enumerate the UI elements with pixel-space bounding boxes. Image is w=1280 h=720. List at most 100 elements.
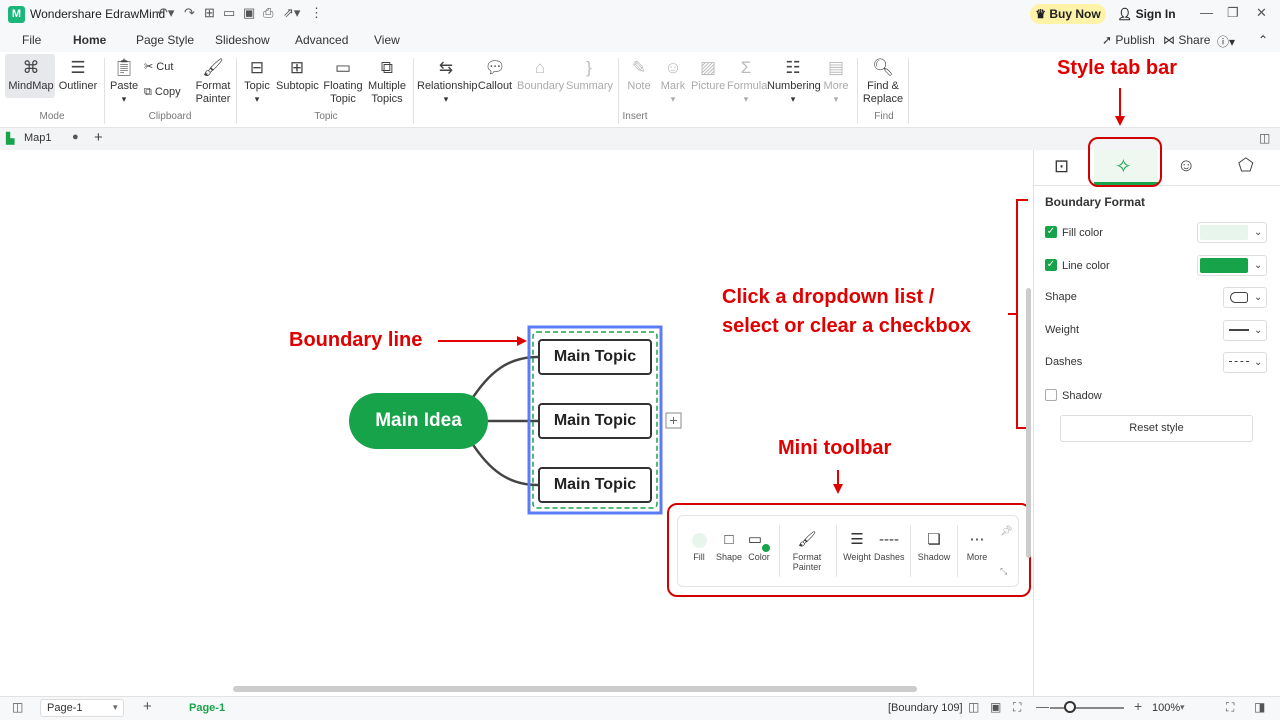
- format-painter-label-1: Format: [195, 80, 231, 92]
- sidebar-toggle-icon[interactable]: ◨: [1254, 700, 1265, 714]
- main-idea-node[interactable]: Main Idea: [349, 393, 488, 449]
- outliner-label: Outliner: [58, 80, 98, 92]
- line-color-checkbox[interactable]: ✓: [1045, 259, 1057, 271]
- find-replace-button[interactable]: 🔍︎ Find & Replace: [862, 56, 904, 106]
- menu-slideshow[interactable]: Slideshow: [215, 33, 270, 47]
- add-page-icon[interactable]: +: [143, 698, 152, 715]
- title-bar: M Wondershare EdrawMind ↶▾ ↷ ⊞ ▭ ▣ ⎙ ⇗▾ …: [0, 0, 1280, 28]
- collapse-ribbon-icon[interactable]: ⌃: [1258, 33, 1268, 47]
- new-file-icon[interactable]: ⊞: [204, 5, 215, 21]
- mark-tab-icon[interactable]: ☺: [1177, 155, 1195, 176]
- fit-page-icon[interactable]: ▣: [990, 700, 1001, 714]
- outliner-icon: ☰: [70, 58, 86, 77]
- export-icon[interactable]: ⇗▾: [283, 5, 300, 21]
- menu-view[interactable]: View: [374, 33, 400, 47]
- chevron-down-icon: ▾: [1180, 702, 1185, 712]
- cut-button[interactable]: ✂ Cut: [144, 60, 184, 73]
- mode-group-label: Mode: [39, 111, 65, 122]
- user-icon: 👤︎: [1117, 7, 1136, 21]
- doc-tab-map1[interactable]: Map1: [24, 132, 52, 144]
- help-icon[interactable]: ⓘ▾: [1217, 33, 1235, 50]
- add-tab-icon[interactable]: +: [94, 129, 103, 146]
- page-format-tab-icon[interactable]: ⊡: [1054, 156, 1069, 177]
- zoom-slider[interactable]: [1050, 707, 1124, 709]
- page-panel-icon[interactable]: ◫: [12, 700, 23, 714]
- fullscreen-icon[interactable]: ⛶: [1226, 700, 1234, 715]
- outliner-button[interactable]: ☰ Outliner: [58, 56, 98, 93]
- boundary-button[interactable]: ⌂ Boundary: [517, 56, 564, 93]
- mindmap-button[interactable]: ⌘ MindMap: [8, 56, 54, 93]
- relationship-label: Relationship: [417, 80, 478, 92]
- menu-file[interactable]: File: [22, 33, 41, 47]
- note-button[interactable]: ✎ Note: [624, 56, 654, 93]
- menu-home[interactable]: Home: [73, 33, 106, 47]
- format-painter-button[interactable]: 🖌︎ Format Painter: [194, 56, 232, 106]
- minimize-icon[interactable]: —: [1200, 5, 1213, 20]
- outline-view-icon[interactable]: ◫: [968, 700, 979, 714]
- buy-now-label: Buy Now: [1049, 7, 1101, 21]
- unsaved-dot-icon[interactable]: ●: [72, 131, 79, 143]
- share-label: Share: [1178, 33, 1211, 47]
- multiple-topics-button[interactable]: ⧉ Multiple Topics: [366, 56, 408, 106]
- save-icon[interactable]: ▣: [243, 5, 255, 21]
- redo-icon[interactable]: ↷: [184, 5, 195, 21]
- publish-button[interactable]: ➚ Publish: [1102, 33, 1155, 47]
- mindmap-canvas[interactable]: [0, 150, 1033, 696]
- formula-icon: Σ: [740, 58, 752, 77]
- share-button[interactable]: ⋈ Share: [1163, 33, 1210, 47]
- undo-icon[interactable]: ↶▾: [157, 5, 174, 21]
- relationship-icon: ⇆: [438, 58, 454, 77]
- fit-screen-icon[interactable]: ⛶: [1013, 700, 1021, 715]
- zoom-out-icon[interactable]: —: [1036, 699, 1049, 714]
- floating-topic-button[interactable]: ▭ Floating Topic: [322, 56, 364, 106]
- theme-tab-icon[interactable]: ⬠: [1238, 155, 1254, 176]
- fill-color-checkbox[interactable]: ✓: [1045, 226, 1057, 238]
- mark-button[interactable]: ☺ Mark ▾: [657, 56, 689, 106]
- topic-button[interactable]: ⊟ Topic ▾: [241, 56, 273, 106]
- picture-button[interactable]: ▨ Picture: [691, 56, 725, 93]
- callout-button[interactable]: 💬︎ Callout: [477, 56, 513, 93]
- shadow-checkbox[interactable]: [1045, 389, 1057, 401]
- reset-style-button[interactable]: Reset style: [1060, 415, 1253, 442]
- zoom-in-icon[interactable]: +: [1134, 698, 1142, 714]
- summary-button[interactable]: } Summary: [566, 56, 613, 93]
- canvas-vertical-scrollbar[interactable]: [1026, 288, 1031, 558]
- copy-button[interactable]: ⧉ Copy: [144, 86, 192, 99]
- paste-label: Paste: [110, 80, 139, 92]
- menu-page-style[interactable]: Page Style: [136, 33, 194, 47]
- print-icon[interactable]: ⎙: [263, 5, 273, 21]
- paste-button[interactable]: 📋︎ Paste ▾: [110, 56, 138, 106]
- main-topic-node[interactable]: Main Topic: [538, 467, 652, 503]
- mark-icon: ☺: [664, 58, 682, 77]
- close-icon[interactable]: ✕: [1256, 5, 1267, 21]
- subtopic-label: Subtopic: [276, 80, 319, 92]
- formula-button[interactable]: Σ Formula ▾: [727, 56, 767, 106]
- canvas-horizontal-scrollbar[interactable]: [233, 686, 917, 692]
- buy-now-button[interactable]: ♛ Buy Now: [1030, 4, 1106, 24]
- more-insert-icon: ▤: [827, 58, 845, 77]
- toggle-panel-icon[interactable]: ◫: [1259, 131, 1270, 145]
- find-replace-label-1: Find &: [867, 80, 899, 92]
- style-tab-highlight: [1088, 137, 1162, 187]
- main-topic-node[interactable]: Main Topic: [538, 339, 652, 375]
- main-topic-node[interactable]: Main Topic: [538, 403, 652, 439]
- chevron-down-icon: ⌄: [1254, 357, 1263, 368]
- page-tab[interactable]: Page-1: [189, 702, 225, 714]
- boundary-icon: ⌂: [534, 58, 546, 77]
- relationship-button[interactable]: ⇆ Relationship ▾: [417, 56, 478, 106]
- zoom-slider-handle[interactable]: [1064, 701, 1076, 713]
- sign-in-button[interactable]: 👤︎ Sign In: [1117, 7, 1176, 21]
- note-label: Note: [627, 80, 651, 92]
- fill-color-swatch: [1200, 225, 1248, 240]
- subtopic-button[interactable]: ⊞ Subtopic: [276, 56, 319, 93]
- zoom-level[interactable]: 100%: [1152, 702, 1180, 714]
- formula-dropdown-icon: ▾: [743, 94, 749, 104]
- numbering-button[interactable]: ☷ Numbering ▾: [767, 56, 821, 106]
- floating-topic-label-1: Floating: [323, 80, 363, 92]
- maximize-icon[interactable]: ❐: [1227, 5, 1239, 21]
- menu-advanced[interactable]: Advanced: [295, 33, 348, 47]
- more-insert-button[interactable]: ▤ More ▾: [821, 56, 851, 106]
- publish-label: Publish: [1115, 33, 1155, 47]
- open-folder-icon[interactable]: ▭: [223, 5, 235, 21]
- customize-icon[interactable]: ⋮: [310, 5, 323, 21]
